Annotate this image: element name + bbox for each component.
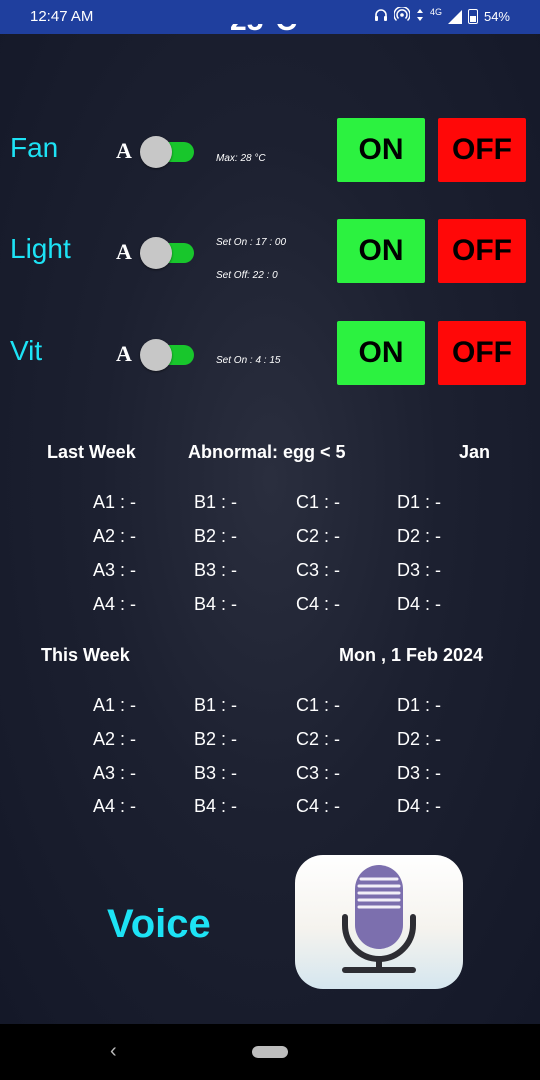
this-week-cell: C4 : -: [296, 796, 341, 816]
last-week-cell: A2 : -: [93, 526, 137, 546]
last-week-month: Jan: [459, 442, 491, 462]
temperature-readout: 25°C: [230, 24, 310, 38]
light-set-on: Set On : 17 : 00: [216, 237, 287, 248]
last-week-cell: C3 : -: [296, 560, 341, 580]
data-arrows-icon: [416, 8, 424, 25]
light-on-button[interactable]: ON: [337, 219, 425, 283]
network-type: 4G: [429, 6, 442, 17]
status-time: 12:47 AM: [30, 8, 94, 25]
fan-on-button[interactable]: ON: [337, 118, 425, 182]
last-week-cell: A4 : -: [93, 594, 137, 614]
voice-label: Voice: [107, 902, 211, 946]
last-week-cell: D2 : -: [397, 526, 442, 546]
home-pill[interactable]: [252, 1046, 288, 1058]
toggle-thumb: [140, 339, 172, 371]
this-week-cell: A3 : -: [93, 763, 137, 783]
vit-auto-toggle[interactable]: [140, 338, 196, 372]
fan-auto-toggle[interactable]: [140, 135, 196, 169]
last-week-cell: D4 : -: [397, 594, 442, 614]
last-week-cell: B4 : -: [194, 594, 238, 614]
this-week-cell: C2 : -: [296, 729, 341, 749]
fan-row: Fan A Max: 28 °C ON OFF: [0, 118, 540, 184]
last-week-cell: B2 : -: [194, 526, 238, 546]
current-date: Mon , 1 Feb 2024: [339, 645, 484, 665]
fan-max-temp: Max: 28 °C: [216, 153, 266, 164]
last-week-cell: B1 : -: [194, 492, 238, 512]
last-week-cell: A1 : -: [93, 492, 137, 512]
back-icon[interactable]: ‹: [110, 1040, 117, 1063]
status-icons: 4G 54%: [374, 6, 510, 26]
battery-percent: 54%: [483, 9, 510, 24]
this-week-title: This Week: [41, 645, 130, 665]
vit-set-on: Set On : 4 : 15: [216, 355, 281, 366]
signal-icon: [447, 9, 462, 24]
last-week-cell: D3 : -: [397, 560, 442, 580]
this-week-cell: C1 : -: [296, 695, 341, 715]
battery-icon: [467, 9, 478, 24]
this-week-cell: B3 : -: [194, 763, 238, 783]
last-week-title: Last Week: [47, 442, 136, 462]
this-week-cell: B2 : -: [194, 729, 238, 749]
light-auto-toggle[interactable]: [140, 236, 196, 270]
light-off-button[interactable]: OFF: [438, 219, 526, 283]
this-week-cell: B1 : -: [194, 695, 238, 715]
light-label: Light: [10, 233, 71, 264]
headphones-icon: [374, 8, 388, 25]
this-week-cell: A4 : -: [93, 796, 137, 816]
vit-label: Vit: [10, 335, 43, 366]
vit-auto-label: A: [116, 341, 132, 366]
navigation-bar: ‹: [0, 1024, 540, 1080]
last-week-cell: B3 : -: [194, 560, 238, 580]
this-week-cell: D2 : -: [397, 729, 442, 749]
light-row: Light A Set On : 17 : 00 Set Off: 22 : 0…: [0, 219, 540, 285]
light-auto-label: A: [116, 239, 132, 264]
voice-button[interactable]: [295, 855, 463, 989]
toggle-thumb: [140, 136, 172, 168]
this-week-cell: A2 : -: [93, 729, 137, 749]
last-week-cell: A3 : -: [93, 560, 137, 580]
light-set-off: Set Off: 22 : 0: [216, 270, 278, 281]
toggle-thumb: [140, 237, 172, 269]
this-week-cell: B4 : -: [194, 796, 238, 816]
this-week-cell: D3 : -: [397, 763, 442, 783]
microphone-icon: [342, 865, 416, 973]
last-week-cell: C2 : -: [296, 526, 341, 546]
this-week-cell: D1 : -: [397, 695, 442, 715]
vit-on-button[interactable]: ON: [337, 321, 425, 385]
last-week-cell: C4 : -: [296, 594, 341, 614]
this-week-cell: C3 : -: [296, 763, 341, 783]
vit-off-button[interactable]: OFF: [438, 321, 526, 385]
last-week-cell: D1 : -: [397, 492, 442, 512]
fan-off-button[interactable]: OFF: [438, 118, 526, 182]
hotspot-icon: [393, 6, 411, 26]
this-week-cell: D4 : -: [397, 796, 442, 816]
fan-label: Fan: [10, 132, 59, 163]
fan-auto-label: A: [116, 138, 132, 163]
last-week-cell: C1 : -: [296, 492, 341, 512]
vit-row: Vit A Set On : 4 : 15 ON OFF: [0, 321, 540, 387]
abnormal-threshold: Abnormal: egg < 5: [188, 442, 346, 462]
this-week-cell: A1 : -: [93, 695, 137, 715]
